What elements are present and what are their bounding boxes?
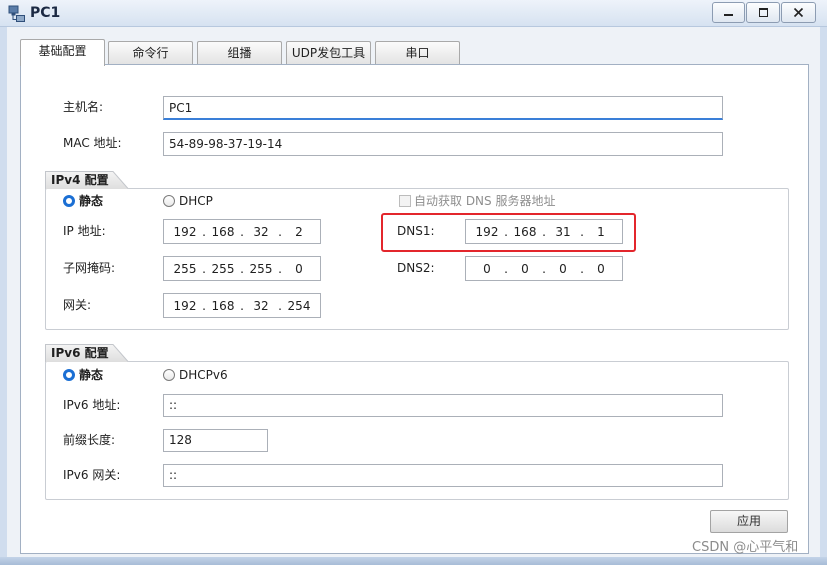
minimize-icon — [724, 14, 733, 16]
ip-octet[interactable]: 168 — [207, 224, 239, 240]
watermark: CSDN @心平气和 — [692, 540, 799, 555]
ipv6-dhcpv6-label[interactable]: DHCPv6 — [179, 367, 228, 383]
mask-octet[interactable]: 255 — [245, 261, 277, 277]
subnet-mask-input[interactable]: 255 . 255 . 255 . 0 — [163, 256, 321, 281]
hostname-input[interactable]: PC1 — [163, 96, 723, 120]
gateway-octet[interactable]: 254 — [283, 298, 315, 314]
ipv6-dhcpv6-radio[interactable] — [163, 369, 175, 381]
ipv6-group-tab: IPv6 配置 — [45, 344, 129, 362]
tab-udp-tool[interactable]: UDP发包工具 — [286, 41, 371, 65]
dns2-octet[interactable]: 0 — [547, 261, 579, 277]
ipv6-group-title: IPv6 配置 — [51, 346, 109, 360]
ipv4-config-group: 静态 DHCP 自动获取 DNS 服务器地址 IP 地址: 192 . 168 … — [45, 188, 789, 330]
dns2-octet[interactable]: 0 — [585, 261, 617, 277]
prefix-length-label: 前缀长度: — [63, 433, 116, 447]
dns1-octet[interactable]: 192 — [471, 224, 503, 240]
tab-basic-config[interactable]: 基础配置 — [20, 39, 105, 66]
dns2-input[interactable]: 0 . 0 . 0 . 0 — [465, 256, 623, 281]
pc-network-icon — [8, 5, 25, 22]
ip-octet[interactable]: 32 — [245, 224, 277, 240]
dns1-input[interactable]: 192 . 168 . 31 . 1 — [465, 219, 623, 244]
dns1-octet[interactable]: 31 — [547, 224, 579, 240]
gateway-input[interactable]: 192 . 168 . 32 . 254 — [163, 293, 321, 318]
ipv4-group-title: IPv4 配置 — [51, 173, 109, 187]
tab-command-line[interactable]: 命令行 — [108, 41, 193, 65]
basic-config-panel: 主机名: PC1 MAC 地址: 54-89-98-37-19-14 IPv4 … — [20, 64, 809, 554]
ipv4-group-tab: IPv4 配置 — [45, 171, 129, 189]
dns1-octet[interactable]: 1 — [585, 224, 617, 240]
title-bar[interactable]: PC1 — [0, 0, 827, 27]
ipv6-config-group: 静态 DHCPv6 IPv6 地址: :: 前缀长度: 128 IPv6 网关:… — [45, 361, 789, 500]
dns2-label: DNS2: — [397, 261, 435, 275]
ipv6-gateway-input[interactable]: :: — [163, 464, 723, 487]
auto-dns-label: 自动获取 DNS 服务器地址 — [414, 194, 556, 208]
ipv6-gateway-label: IPv6 网关: — [63, 468, 121, 482]
ipv6-address-label: IPv6 地址: — [63, 398, 121, 412]
dns1-label: DNS1: — [397, 224, 435, 238]
ip-address-input[interactable]: 192 . 168 . 32 . 2 — [163, 219, 321, 244]
mac-address-input[interactable]: 54-89-98-37-19-14 — [163, 132, 723, 156]
minimize-button[interactable] — [712, 2, 745, 23]
ipv4-dhcp-radio[interactable] — [163, 195, 175, 207]
dns2-octet[interactable]: 0 — [509, 261, 541, 277]
mac-address-label: MAC 地址: — [63, 136, 122, 150]
close-icon — [793, 7, 804, 18]
tab-serial-port[interactable]: 串口 — [375, 41, 460, 65]
ipv4-static-label[interactable]: 静态 — [79, 193, 103, 209]
window-title: PC1 — [30, 5, 61, 21]
apply-button[interactable]: 应用 — [710, 510, 788, 533]
auto-dns-checkbox[interactable] — [399, 195, 411, 207]
maximize-icon — [758, 8, 768, 17]
gateway-label: 网关: — [63, 298, 92, 312]
ipv4-dhcp-label[interactable]: DHCP — [179, 193, 213, 209]
maximize-button[interactable] — [746, 2, 780, 23]
window-bottom-frame — [0, 557, 827, 565]
mask-octet[interactable]: 255 — [169, 261, 201, 277]
ip-address-label: IP 地址: — [63, 224, 106, 238]
dns2-octet[interactable]: 0 — [471, 261, 503, 277]
gateway-octet[interactable]: 168 — [207, 298, 239, 314]
mask-octet[interactable]: 255 — [207, 261, 239, 277]
ipv6-address-input[interactable]: :: — [163, 394, 723, 417]
gateway-octet[interactable]: 32 — [245, 298, 277, 314]
ipv6-static-radio[interactable] — [63, 369, 75, 381]
ip-octet[interactable]: 192 — [169, 224, 201, 240]
dns1-octet[interactable]: 168 — [509, 224, 541, 240]
subnet-mask-label: 子网掩码: — [63, 261, 116, 275]
ipv6-static-label[interactable]: 静态 — [79, 367, 103, 383]
ip-octet[interactable]: 2 — [283, 224, 315, 240]
prefix-length-input[interactable]: 128 — [163, 429, 268, 452]
ipv4-static-radio[interactable] — [63, 195, 75, 207]
hostname-label: 主机名: — [63, 100, 104, 114]
close-button[interactable] — [781, 2, 816, 23]
tab-multicast[interactable]: 组播 — [197, 41, 282, 65]
mask-octet[interactable]: 0 — [283, 261, 315, 277]
gateway-octet[interactable]: 192 — [169, 298, 201, 314]
